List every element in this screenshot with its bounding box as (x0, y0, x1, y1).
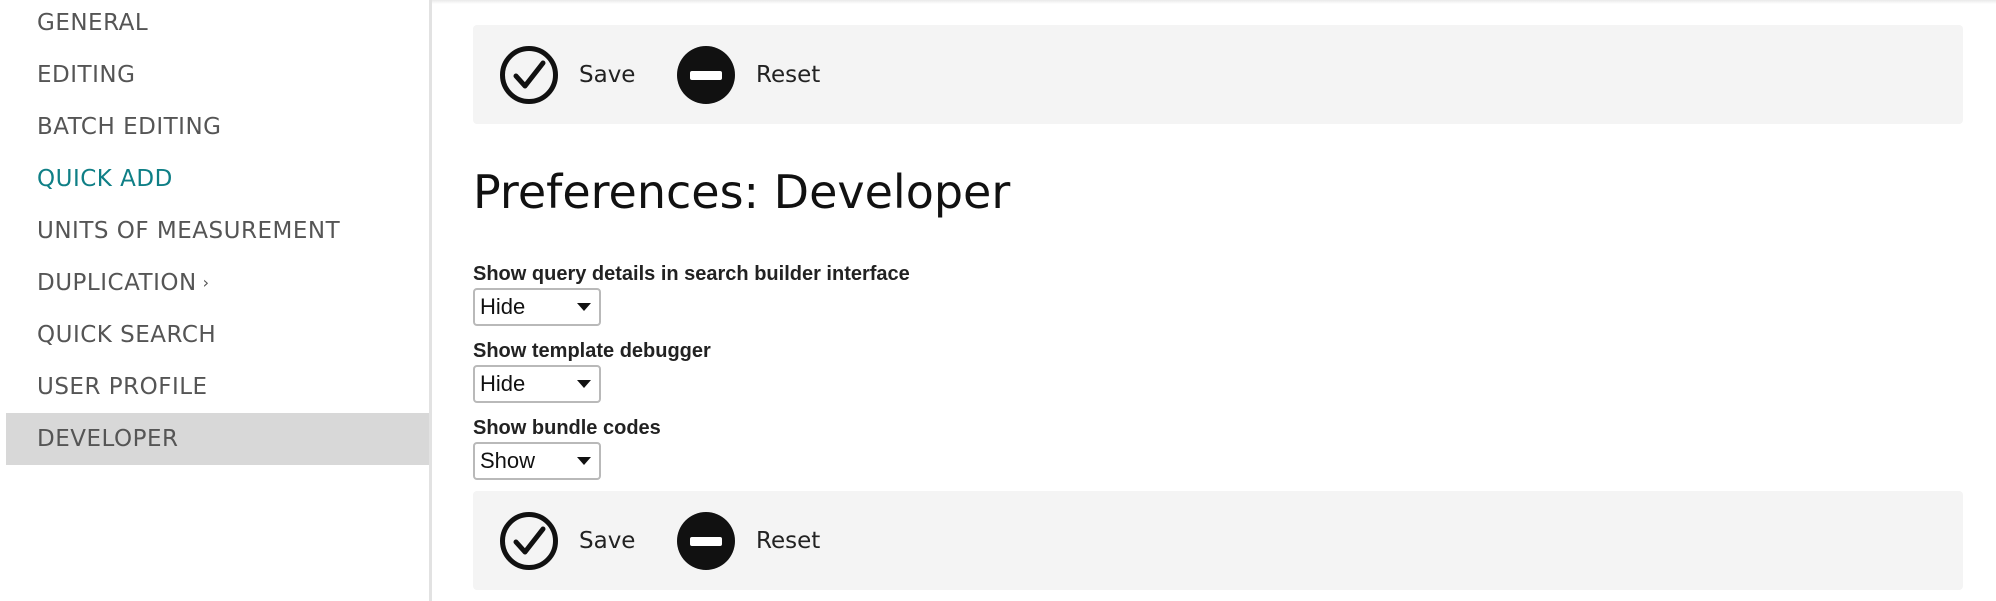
sidebar-item-label: UNITS OF MEASUREMENT (37, 218, 341, 244)
page-title: Preferences: Developer (473, 165, 1011, 219)
caret-down-icon (577, 457, 591, 465)
sidebar-item-general[interactable]: GENERAL (6, 0, 430, 49)
save-button[interactable]: Save (499, 511, 635, 571)
sidebar-item-units-of-measurement[interactable]: UNITS OF MEASUREMENT (6, 205, 430, 257)
sidebar-item-developer[interactable]: DEVELOPER (6, 413, 430, 465)
sidebar-item-label: DUPLICATION (37, 270, 197, 296)
sidebar-item-editing[interactable]: EDITING (6, 49, 430, 101)
sidebar-item-duplication[interactable]: DUPLICATION › (6, 257, 430, 309)
bottom-toolbar: Save Reset (473, 491, 1963, 590)
template-debugger-field: Show template debugger Hide (473, 339, 711, 403)
field-label: Show query details in search builder int… (473, 263, 910, 285)
query-details-select[interactable]: Hide (473, 288, 601, 326)
check-circle-icon (499, 511, 559, 571)
query-details-field: Show query details in search builder int… (473, 262, 910, 326)
sidebar-divider (429, 0, 432, 601)
field-label: Show template debugger (473, 340, 711, 362)
top-toolbar: Save Reset (473, 25, 1963, 124)
sidebar-item-batch-editing[interactable]: BATCH EDITING (6, 101, 430, 153)
sidebar-item-label: BATCH EDITING (37, 114, 222, 140)
caret-down-icon (577, 303, 591, 311)
sidebar-item-label: EDITING (37, 62, 136, 88)
reset-button-label: Reset (756, 528, 821, 554)
chevron-right-icon: › (202, 273, 210, 292)
sidebar-item-user-profile[interactable]: USER PROFILE (6, 361, 430, 413)
select-value: Show (480, 448, 536, 473)
field-label: Show bundle codes (473, 417, 661, 439)
save-button-label: Save (579, 528, 636, 554)
minus-circle-icon (676, 45, 736, 105)
reset-button[interactable]: Reset (676, 45, 820, 105)
minus-circle-icon (676, 511, 736, 571)
sidebar-item-label: GENERAL (37, 10, 149, 36)
select-value: Hide (480, 294, 526, 319)
preferences-sidebar: GENERAL EDITING BATCH EDITING QUICK ADD … (6, 0, 430, 601)
sidebar-item-label: QUICK SEARCH (37, 322, 217, 348)
caret-down-icon (577, 380, 591, 388)
save-button-label: Save (579, 62, 636, 88)
sidebar-item-quick-search[interactable]: QUICK SEARCH (6, 309, 430, 361)
bundle-codes-field: Show bundle codes Show (473, 416, 661, 480)
select-value: Hide (480, 371, 526, 396)
sidebar-item-label: DEVELOPER (37, 426, 179, 452)
reset-button[interactable]: Reset (676, 511, 820, 571)
header-shadow (432, 0, 1996, 4)
check-circle-icon (499, 45, 559, 105)
app-window: GENERAL EDITING BATCH EDITING QUICK ADD … (0, 0, 1996, 601)
reset-button-label: Reset (756, 62, 821, 88)
bundle-codes-select[interactable]: Show (473, 442, 601, 480)
sidebar-item-quick-add[interactable]: QUICK ADD (6, 153, 430, 205)
sidebar-item-label: USER PROFILE (37, 374, 208, 400)
save-button[interactable]: Save (499, 45, 635, 105)
sidebar-item-label: QUICK ADD (37, 166, 173, 192)
template-debugger-select[interactable]: Hide (473, 365, 601, 403)
